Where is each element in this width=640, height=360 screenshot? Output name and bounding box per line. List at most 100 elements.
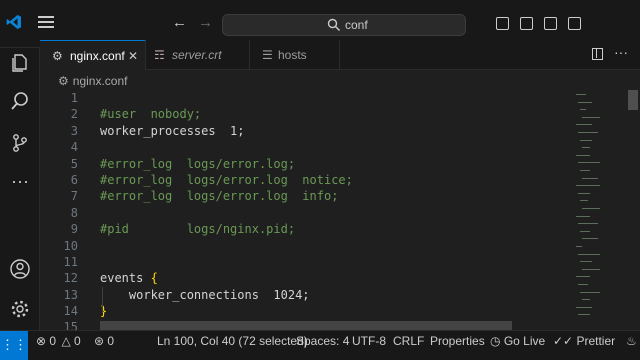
line-number: 7 bbox=[70, 189, 78, 204]
file-icon: ☰ bbox=[262, 48, 273, 62]
close-tab-icon[interactable]: ✕ bbox=[128, 41, 138, 71]
minimap-line bbox=[582, 268, 600, 270]
minimap-line bbox=[580, 261, 592, 263]
code-lines[interactable]: #user nobody; worker_processes 1; #error_l… bbox=[100, 90, 353, 330]
more-views-icon[interactable]: ··· bbox=[9, 172, 31, 194]
code-line[interactable]: #error_log logs/error.log notice; bbox=[100, 172, 353, 188]
search-query: conf bbox=[345, 18, 368, 32]
minimap-line bbox=[576, 215, 590, 217]
line-number: 11 bbox=[63, 254, 78, 269]
minimap-line bbox=[578, 101, 592, 103]
code-line[interactable]: #pid logs/nginx.pid; bbox=[100, 221, 353, 237]
code-text: #error_log logs/error.log info; bbox=[100, 189, 339, 204]
code-line[interactable]: #user nobody; bbox=[100, 106, 353, 122]
explorer-icon[interactable] bbox=[9, 52, 31, 74]
minimap-line bbox=[582, 208, 600, 209]
tab-server-crt[interactable]: ☶ server.crt bbox=[146, 40, 250, 70]
language-mode[interactable]: Properties bbox=[430, 331, 485, 360]
code-text: #error_log logs/error.log notice; bbox=[100, 172, 353, 187]
scrollbar-thumb[interactable] bbox=[628, 90, 638, 110]
source-control-icon[interactable] bbox=[9, 132, 31, 154]
code-text: events bbox=[100, 271, 151, 286]
line-number: 2 bbox=[70, 107, 78, 122]
customize-layout-icon[interactable] bbox=[568, 17, 581, 30]
code-line[interactable] bbox=[100, 238, 353, 254]
code-editor[interactable]: 1 2 3 4 5 6 7 8 9 10 11 12 13 14 15 #user nobody; worke… bbox=[40, 90, 626, 330]
forward-arrow-icon[interactable]: → bbox=[198, 14, 213, 31]
gear-icon: ⚙ bbox=[58, 74, 69, 88]
minimap-line bbox=[582, 299, 590, 301]
vertical-scrollbar[interactable] bbox=[626, 88, 640, 330]
line-number: 9 bbox=[70, 222, 78, 237]
minimap-line bbox=[582, 116, 600, 118]
problems-indicator[interactable]: ⊗ 0 △ 0 bbox=[36, 331, 81, 360]
minimap-line bbox=[576, 276, 590, 278]
toggle-secondary-sidebar-icon[interactable] bbox=[544, 17, 557, 30]
breadcrumb[interactable]: ⚙ nginx.conf bbox=[58, 72, 127, 90]
code-line[interactable]: #error_log logs/error.log info; bbox=[100, 188, 353, 204]
indentation[interactable]: Spaces: 4 bbox=[296, 331, 349, 360]
minimap-line bbox=[580, 291, 600, 293]
search-view-icon[interactable] bbox=[9, 90, 31, 112]
code-line[interactable]: #error_log logs/error.log; bbox=[100, 156, 353, 172]
settings-gear-icon[interactable] bbox=[9, 298, 31, 320]
notifications-bell-icon[interactable]: ♨ bbox=[626, 331, 637, 360]
code-line[interactable] bbox=[100, 139, 353, 155]
gear-icon: ⚙ bbox=[52, 49, 63, 63]
account-icon[interactable] bbox=[9, 258, 31, 280]
more-actions-icon[interactable]: ··· bbox=[614, 44, 628, 60]
status-bar: ⋮⋮ ⊗ 0 △ 0 ⊛ 0 Ln 100, Col 40 (72 select… bbox=[0, 330, 640, 360]
command-center-search[interactable]: conf bbox=[222, 14, 466, 36]
minimap-line bbox=[576, 124, 592, 126]
activity-bar: ··· bbox=[0, 48, 40, 330]
warning-count: 0 bbox=[74, 334, 81, 348]
minimap-line bbox=[578, 314, 590, 316]
line-number: 15 bbox=[63, 320, 78, 330]
back-arrow-icon[interactable]: ← bbox=[172, 14, 187, 31]
minimap-line bbox=[582, 177, 598, 179]
tab-label: hosts bbox=[278, 48, 307, 62]
go-live-button[interactable]: ◷ Go Live bbox=[490, 331, 545, 360]
tab-nginx-conf[interactable]: ⚙ nginx.conf ✕ bbox=[40, 40, 146, 70]
line-number-gutter: 1 2 3 4 5 6 7 8 9 10 11 12 13 14 15 bbox=[40, 90, 82, 330]
line-number: 13 bbox=[63, 287, 78, 302]
code-line[interactable]: events { bbox=[100, 270, 353, 286]
line-number: 8 bbox=[70, 205, 78, 220]
code-brace: { bbox=[150, 271, 158, 286]
minimap-line bbox=[576, 246, 582, 247]
remote-icon[interactable]: ⋮⋮ bbox=[0, 331, 28, 360]
cursor-position[interactable]: Ln 100, Col 40 (72 selected) bbox=[157, 331, 308, 360]
minimap-line bbox=[580, 109, 586, 111]
code-line[interactable] bbox=[100, 90, 353, 106]
code-line[interactable]: worker_processes 1; bbox=[100, 123, 353, 139]
code-line[interactable] bbox=[100, 254, 353, 270]
end-of-line[interactable]: CRLF bbox=[393, 331, 424, 360]
minimap[interactable] bbox=[572, 90, 626, 330]
code-line[interactable]: } bbox=[100, 303, 353, 319]
code-line[interactable] bbox=[100, 205, 353, 221]
minimap-line bbox=[576, 185, 600, 187]
file-encoding[interactable]: UTF-8 bbox=[352, 331, 386, 360]
breadcrumb-file: nginx.conf bbox=[72, 74, 128, 88]
editor-tabs: ⚙ nginx.conf ✕ ☶ server.crt ☰ hosts ··· bbox=[40, 40, 640, 70]
error-icon: ⊗ bbox=[36, 334, 47, 348]
code-line[interactable]: worker_connections 1024; bbox=[100, 287, 353, 303]
certificate-icon: ☶ bbox=[154, 48, 165, 62]
toggle-panel-icon[interactable] bbox=[520, 17, 533, 30]
tab-hosts[interactable]: ☰ hosts bbox=[250, 40, 340, 70]
minimap-line bbox=[576, 94, 586, 95]
minimap-line bbox=[576, 306, 592, 308]
split-editor-icon[interactable] bbox=[592, 48, 603, 60]
minimap-line bbox=[580, 170, 590, 171]
ports-count: 0 bbox=[107, 334, 115, 348]
radio-tower-icon: ⊛ bbox=[94, 334, 105, 348]
broadcast-icon: ◷ bbox=[490, 334, 501, 348]
prettier-button[interactable]: ✓✓ Prettier bbox=[553, 331, 615, 360]
ports-indicator[interactable]: ⊛ 0 bbox=[94, 331, 114, 360]
indent-guide bbox=[102, 287, 103, 313]
horizontal-scrollbar[interactable] bbox=[100, 321, 512, 330]
minimap-line bbox=[582, 147, 590, 149]
toggle-sidebar-icon[interactable] bbox=[496, 17, 509, 30]
minimap-line bbox=[578, 132, 598, 133]
menu-icon[interactable] bbox=[38, 16, 54, 30]
